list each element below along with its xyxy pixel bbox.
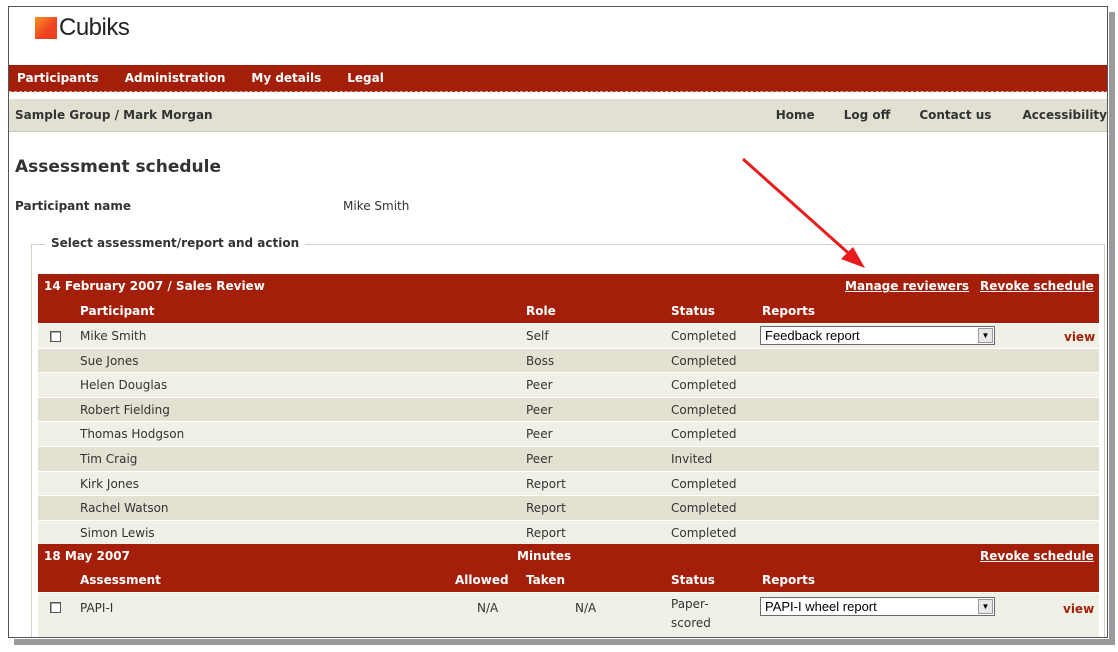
- participant-name: Helen Douglas: [80, 378, 168, 393]
- logo[interactable]: Cubiks: [35, 13, 130, 43]
- participant-status: Completed: [671, 402, 737, 417]
- annotation-arrow: [742, 157, 865, 268]
- manage-reviewers-link[interactable]: Manage reviewers: [845, 279, 969, 293]
- participant-role: Report: [526, 501, 566, 516]
- report-select[interactable]: PAPI-I wheel report ▼: [760, 597, 995, 617]
- participant-status: Completed: [671, 378, 737, 393]
- allowed-value: N/A: [477, 601, 499, 616]
- participant-status: Completed: [671, 525, 737, 540]
- schedule-title: 18 May 2007: [44, 549, 130, 564]
- col-status: Status: [671, 573, 715, 588]
- nav-participants[interactable]: Participants: [17, 71, 99, 85]
- breadcrumb: Sample Group / Mark Morgan: [15, 108, 213, 122]
- participant-role: Self: [526, 329, 549, 343]
- table-row: Rachel Watson Report Completed: [38, 495, 1099, 520]
- participant-role: Boss: [526, 353, 555, 368]
- schedule-title: 14 February 2007 / Sales Review: [44, 279, 265, 293]
- minutes-header: Minutes: [517, 549, 572, 564]
- window-shadow-bottom: [14, 639, 1115, 645]
- participant-status: Completed: [671, 329, 737, 343]
- table-row: Thomas Hodgson Peer Completed: [38, 421, 1099, 446]
- participant-status: Completed: [671, 476, 737, 491]
- fieldset-legend: Select assessment/report and action: [45, 236, 306, 250]
- contact-us-link[interactable]: Contact us: [919, 108, 991, 122]
- participant-role: Report: [526, 476, 566, 491]
- report-select-value: Feedback report: [765, 328, 860, 343]
- nav-administration[interactable]: Administration: [125, 71, 226, 85]
- participant-name: Kirk Jones: [80, 476, 140, 491]
- row-checkbox[interactable]: [50, 602, 61, 614]
- participant-name-label: Participant name: [15, 199, 131, 213]
- participant-status: Invited: [671, 451, 713, 466]
- nav-legal[interactable]: Legal: [347, 71, 384, 85]
- status-line-2: scored: [671, 616, 711, 631]
- participant-role: Peer: [526, 451, 553, 466]
- participant-name: Mike Smith: [80, 329, 147, 343]
- participant-name: Rachel Watson: [80, 501, 169, 516]
- sub-navigation: Sample Group / Mark Morgan Home Log off …: [9, 99, 1107, 132]
- table-row: Tim Craig Peer Invited: [38, 445, 1099, 471]
- accessibility-link[interactable]: Accessibility: [1022, 108, 1107, 122]
- participant-role: Peer: [526, 402, 553, 417]
- table-row: PAPI-I N/A N/A Paper- scored PAPI-I whee…: [38, 592, 1099, 637]
- view-link[interactable]: view: [1063, 602, 1094, 616]
- report-select-value: PAPI-I wheel report: [765, 599, 877, 615]
- participant-name: Robert Fielding: [80, 402, 170, 417]
- cubiks-logo-icon: [35, 17, 57, 39]
- schedule-table: 14 February 2007 / Sales Review Manage r…: [38, 274, 1099, 637]
- participant-name: Sue Jones: [80, 353, 139, 368]
- participant-status: Completed: [671, 353, 737, 368]
- participant-name: Thomas Hodgson: [80, 427, 185, 442]
- col-role: Role: [526, 304, 556, 318]
- log-off-link[interactable]: Log off: [844, 108, 891, 122]
- taken-value: N/A: [575, 601, 597, 616]
- top-navigation: Participants Administration My details L…: [9, 65, 1107, 92]
- revoke-schedule-link[interactable]: Revoke schedule: [980, 279, 1094, 293]
- logo-text: Cubiks: [59, 14, 130, 41]
- home-link[interactable]: Home: [776, 108, 815, 122]
- column-headers: Participant Role Status Reports: [38, 299, 1099, 323]
- assessment-name: PAPI-I: [80, 601, 114, 616]
- table-row: Simon Lewis Report Completed: [38, 519, 1099, 545]
- participant-status: Completed: [671, 501, 737, 516]
- col-reports: Reports: [762, 304, 816, 318]
- dropdown-arrow-icon[interactable]: ▼: [978, 599, 993, 615]
- column-headers: Assessment Allowed Taken Status Reports: [38, 568, 1099, 593]
- participant-role: Peer: [526, 378, 553, 393]
- col-participant: Participant: [80, 304, 155, 318]
- utility-links: Home Log off Contact us Accessibility: [776, 108, 1107, 122]
- window-shadow-right: [1109, 12, 1115, 642]
- participant-role: Peer: [526, 427, 553, 442]
- participant-name: Simon Lewis: [80, 525, 155, 540]
- table-row: Mike Smith Self Completed Feedback repor…: [38, 323, 1099, 348]
- col-reports: Reports: [762, 573, 816, 588]
- report-select[interactable]: Feedback report ▼: [760, 326, 995, 345]
- table-row: Robert Fielding Peer Completed: [38, 396, 1099, 422]
- col-assessment: Assessment: [80, 573, 161, 588]
- participant-status: Completed: [671, 427, 737, 442]
- row-checkbox[interactable]: [50, 331, 61, 342]
- table-row: Helen Douglas Peer Completed: [38, 372, 1099, 397]
- table-row: Kirk Jones Report Completed: [38, 470, 1099, 496]
- col-status: Status: [671, 304, 715, 318]
- status-line-1: Paper-: [671, 597, 709, 612]
- nav-my-details[interactable]: My details: [251, 71, 321, 85]
- col-allowed: Allowed: [455, 573, 509, 588]
- app-window: Cubiks Participants Administration My de…: [8, 6, 1108, 638]
- page-title: Assessment schedule: [15, 157, 222, 177]
- view-link[interactable]: view: [1064, 330, 1095, 344]
- schedule-header: 18 May 2007 Minutes Revoke schedule: [38, 544, 1099, 569]
- annotation-arrow-shaft: [742, 157, 856, 261]
- col-taken: Taken: [526, 573, 566, 588]
- participant-role: Report: [526, 525, 566, 540]
- table-row: Sue Jones Boss Completed: [38, 347, 1099, 373]
- participant-name: Tim Craig: [80, 451, 138, 466]
- dropdown-arrow-icon[interactable]: ▼: [978, 328, 993, 343]
- schedule-header: 14 February 2007 / Sales Review Manage r…: [38, 274, 1099, 299]
- participant-name-value: Mike Smith: [343, 199, 410, 213]
- revoke-schedule-link[interactable]: Revoke schedule: [980, 549, 1094, 563]
